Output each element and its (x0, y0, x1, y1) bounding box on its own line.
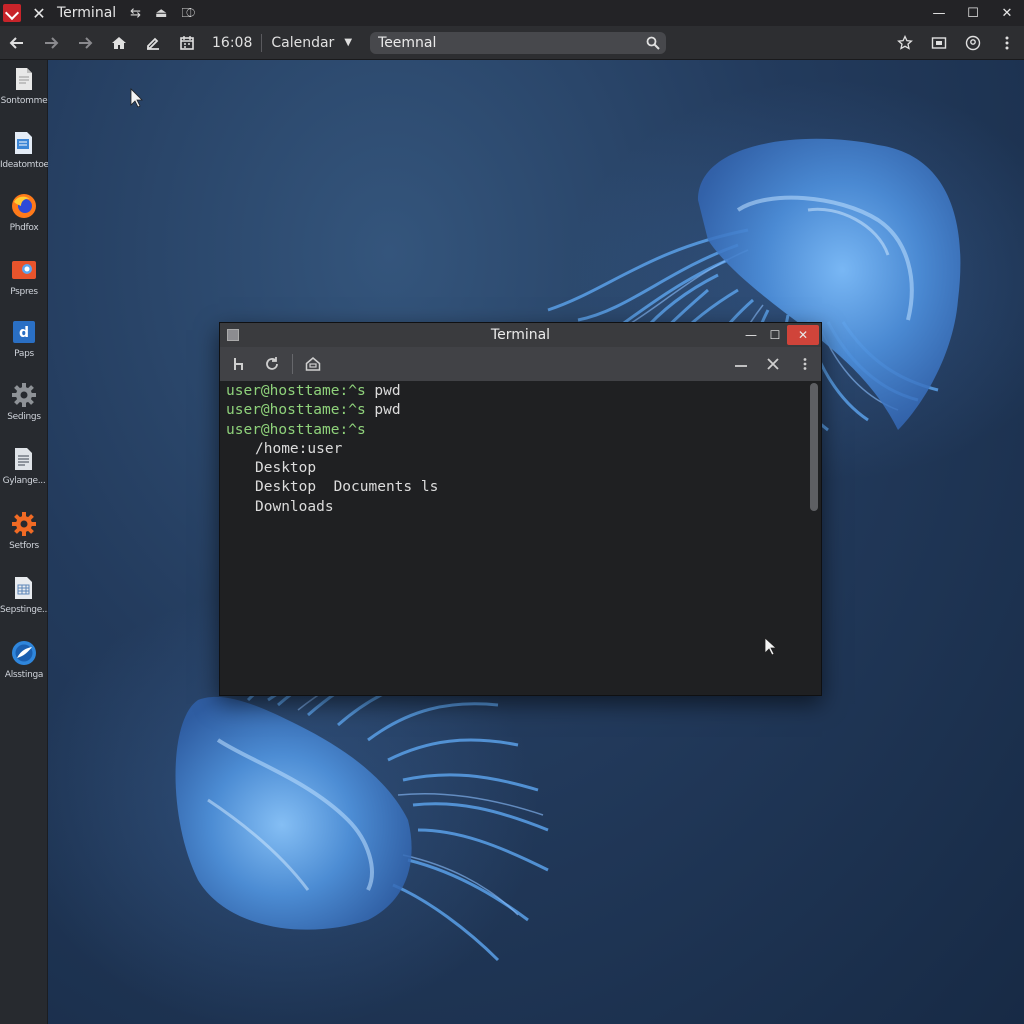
svg-text:d: d (19, 325, 29, 341)
terminal-window: Terminal — ☐ ✕ user@hosttame:^s pwd user… (219, 322, 822, 696)
sync-icon[interactable]: ⇆ (130, 6, 141, 21)
terminal-toolbar (220, 347, 821, 381)
star-bookmark-icon[interactable] (888, 28, 922, 58)
dock-item-7[interactable]: Gylange... (0, 446, 48, 502)
dock-item-5[interactable]: d Paps (0, 319, 48, 375)
terminal-scrollbar[interactable] (810, 383, 818, 511)
terminal-command: pwd (365, 402, 401, 419)
calendar-dropdown[interactable]: Calendar ▼ (271, 35, 352, 51)
terminal-prompt: user@hosttame:^s (226, 402, 366, 419)
refresh-icon[interactable] (256, 349, 288, 379)
dock-item-2[interactable]: Ideatomtoe (0, 130, 48, 186)
terminal-close-tab-icon[interactable] (757, 349, 789, 379)
minimize-window-button[interactable]: — (922, 0, 956, 26)
close-tab-icon[interactable]: ✕ (29, 4, 49, 23)
next-arrow-icon[interactable] (68, 28, 102, 58)
terminal-titlebar[interactable]: Terminal — ☐ ✕ (220, 323, 821, 347)
dock-item-3[interactable]: Phdfox (0, 193, 48, 249)
dock-item-label: Sontomme (0, 96, 48, 106)
terminal-app-icon (227, 329, 239, 341)
dock-item-8[interactable]: Setfors (0, 511, 48, 567)
terminal-line: user@hosttame:^s pwd (226, 382, 815, 401)
back-arrow-icon[interactable] (0, 28, 34, 58)
app-icon (3, 4, 21, 22)
home-folder-icon[interactable] (297, 349, 329, 379)
dock-item-label: Alsstinga (4, 670, 44, 680)
terminal-maximize-button[interactable]: ☐ (763, 325, 787, 345)
apps-icon: d (11, 319, 37, 345)
terminal-output-line: Desktop (255, 460, 317, 477)
text-editor-icon (11, 446, 37, 472)
terminal-line: user@hosttame:^s (226, 421, 815, 440)
new-tab-icon[interactable] (224, 349, 256, 379)
edit-icon[interactable] (136, 28, 170, 58)
terminal-line: user@hosttame:^s pwd (226, 401, 815, 420)
spreadsheet-icon (11, 575, 37, 601)
search-icon[interactable] (640, 32, 666, 54)
dock-item-label: Sedings (7, 412, 41, 422)
mouse-pointer-icon (764, 637, 778, 656)
address-bar[interactable] (370, 31, 667, 54)
firefox-icon (11, 193, 37, 219)
share-icon[interactable]: ⏏ (155, 6, 167, 21)
window-title: Terminal (57, 5, 117, 21)
application-dock: Sontomme Ideatomtoe Phdfox Pspres d Paps… (0, 60, 48, 1024)
home-icon[interactable] (102, 28, 136, 58)
terminal-minimize-button[interactable]: — (739, 325, 763, 345)
file-icon (11, 66, 37, 92)
dock-item-6[interactable]: Sedings (0, 382, 48, 438)
orange-gear-icon (11, 511, 37, 537)
dock-item-label: Phdfox (9, 223, 39, 233)
settings-gear-icon (11, 382, 37, 408)
close-window-button[interactable]: ✕ (990, 0, 1024, 26)
document-icon (11, 130, 37, 156)
terminal-close-button[interactable]: ✕ (787, 325, 819, 345)
terminal-prompt: user@hosttame:^s (226, 421, 366, 438)
mouse-cursor-icon (130, 88, 143, 108)
terminal-output-area[interactable]: user@hosttame:^s pwd user@hosttame:^s pw… (220, 381, 821, 695)
account-icon[interactable] (956, 28, 990, 58)
main-toolbar: 16:08 Calendar ▼ (0, 26, 1024, 60)
calendar-icon[interactable] (170, 28, 204, 58)
toolbar-divider (261, 33, 263, 52)
terminal-command: pwd (365, 383, 401, 399)
maximize-window-button[interactable]: ☐ (956, 0, 990, 26)
terminal-prompt: user@hosttame:^s (226, 383, 366, 399)
address-input[interactable] (378, 34, 641, 51)
dock-item-1[interactable]: Sontomme (0, 66, 48, 122)
terminal-menu-icon[interactable] (789, 349, 821, 379)
menu-dots-icon[interactable] (990, 28, 1024, 58)
dock-item-10[interactable]: Alsstinga (0, 640, 48, 696)
terminal-output-line: Downloads (255, 498, 334, 515)
dock-item-label: Sepstinge... (0, 605, 48, 615)
dock-item-label: Pspres (10, 287, 38, 297)
dock-item-label: Setfors (9, 541, 39, 551)
calendar-label: Calendar (271, 34, 335, 51)
browser-icon (11, 640, 37, 666)
dock-item-label: Ideatomtoe (0, 160, 48, 170)
chevron-down-icon: ▼ (344, 37, 353, 48)
dock-item-9[interactable]: Sepstinge... (0, 575, 48, 631)
terminal-output-line: /home:user (255, 440, 343, 457)
terminal-toolbar-divider (292, 354, 293, 374)
terminal-output-line: Desktop Documents ls (255, 479, 439, 496)
clock-time: 16:08 (212, 34, 253, 51)
photos-icon (11, 257, 37, 283)
dock-item-4[interactable]: Pspres (0, 257, 48, 313)
extension-icon[interactable]: ⎄ (181, 6, 195, 21)
forward-arrow-icon[interactable] (34, 28, 68, 58)
dock-item-label: Gylange... (2, 476, 46, 486)
terminal-collapse-icon[interactable] (725, 349, 757, 379)
window-titlebar: ✕ Terminal ⇆ ⏏ ⎄ — ☐ ✕ (0, 0, 1024, 26)
reader-view-icon[interactable] (922, 28, 956, 58)
dock-item-label: Paps (14, 349, 34, 359)
terminal-title: Terminal (490, 327, 551, 343)
